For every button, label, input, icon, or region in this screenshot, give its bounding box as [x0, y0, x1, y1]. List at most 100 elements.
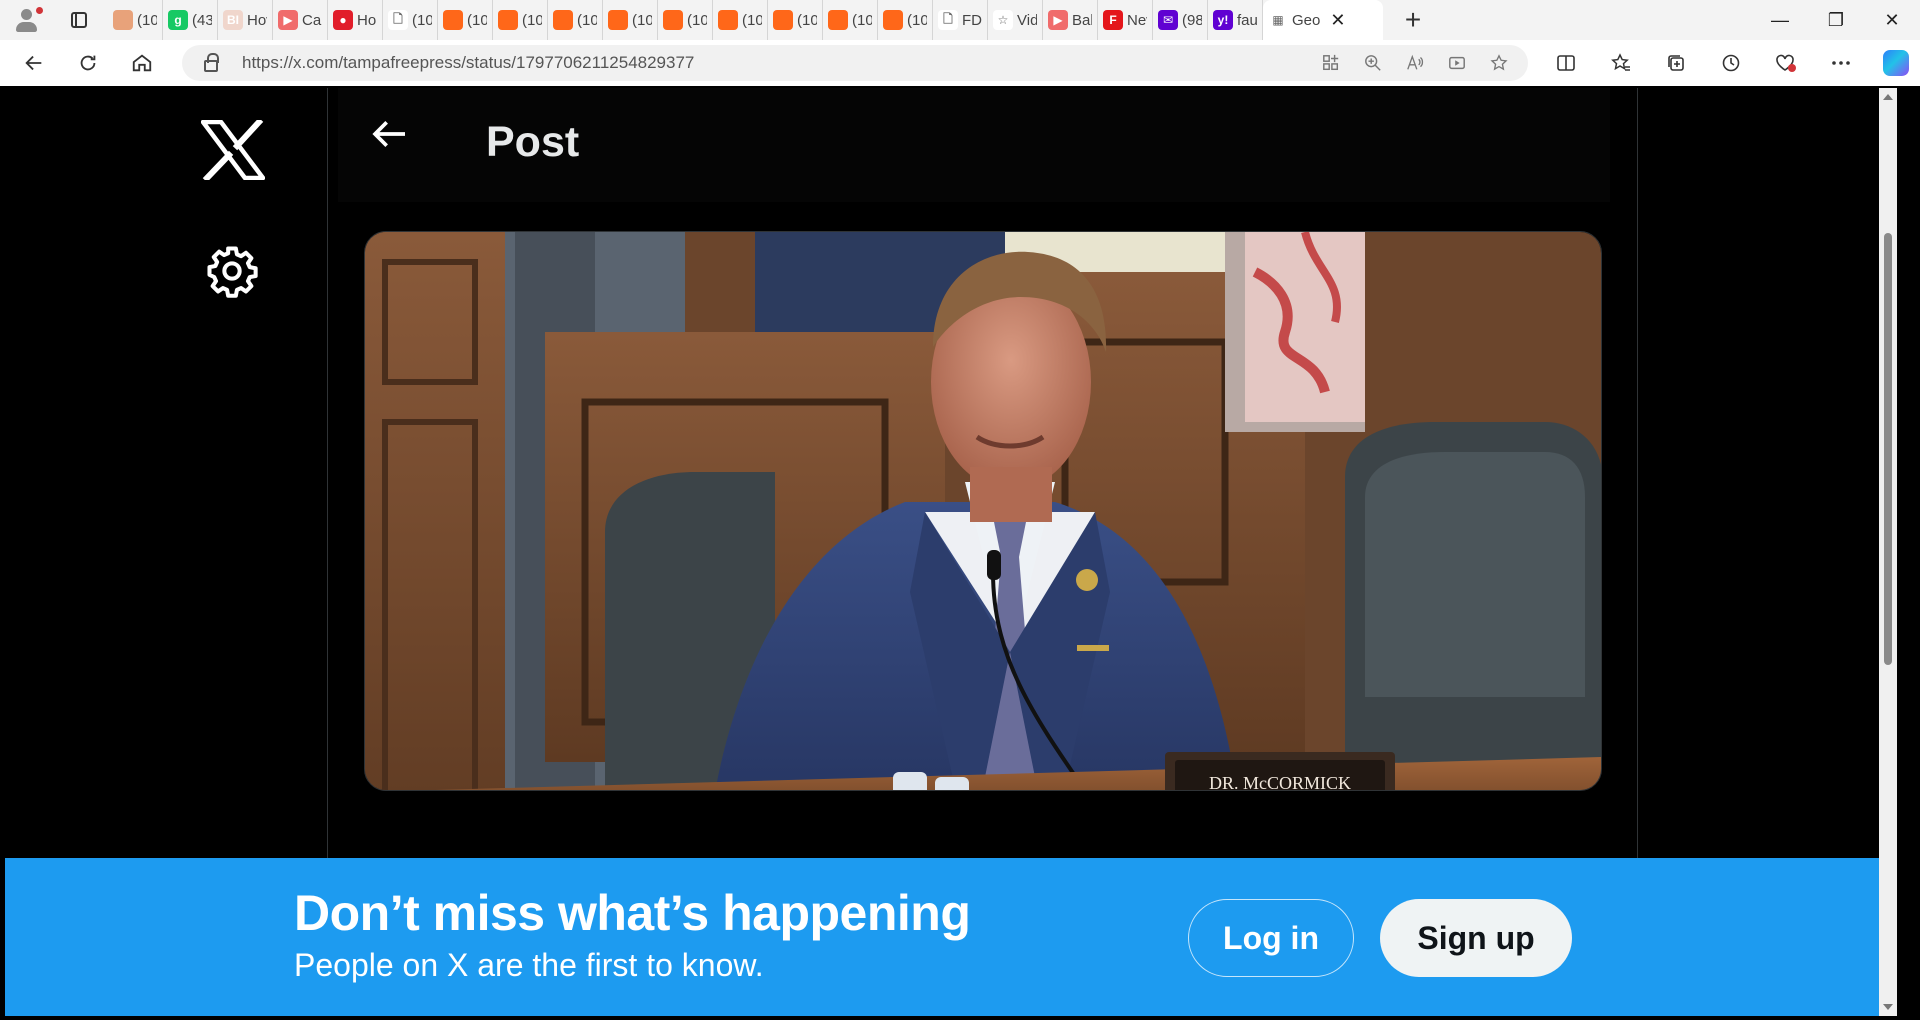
tab-label: (10: [632, 11, 652, 29]
browser-tab[interactable]: FNev: [1098, 0, 1153, 40]
video-icon[interactable]: [1448, 54, 1466, 72]
lock-icon: [204, 53, 219, 72]
heart-pulse-icon: [1775, 54, 1796, 72]
more-icon: [1831, 61, 1850, 65]
new-tab-button[interactable]: +: [1393, 0, 1433, 40]
url-text[interactable]: https://x.com/tampafreepress/status/1797…: [242, 53, 694, 73]
zoom-icon[interactable]: [1364, 54, 1382, 72]
tab-favicon-icon: g: [168, 10, 188, 30]
restore-button[interactable]: ❐: [1808, 0, 1864, 40]
back-arrow-icon[interactable]: [370, 114, 410, 154]
collections-icon: [1667, 55, 1684, 71]
tab-favicon-icon: [663, 10, 683, 30]
history-button[interactable]: [1710, 43, 1751, 83]
toolbar-right: [1545, 43, 1909, 83]
settings-gear-icon[interactable]: [205, 244, 259, 298]
tab-label: (10: [412, 11, 432, 29]
tab-label: (10: [137, 11, 157, 29]
tab-label: fau: [1237, 11, 1257, 29]
scrollbar-thumb[interactable]: [1884, 233, 1892, 665]
tab-favicon-icon: [553, 10, 573, 30]
star-icon[interactable]: [1490, 54, 1508, 72]
tab-favicon-icon: [828, 10, 848, 30]
browser-tab[interactable]: (10: [768, 0, 823, 40]
signup-button[interactable]: Sign up: [1380, 899, 1572, 977]
tab-favicon-icon: ▶: [278, 10, 298, 30]
tab-label: (10: [522, 11, 542, 29]
browser-tab[interactable]: (10: [108, 0, 163, 40]
browser-tab[interactable]: ☆ Vid: [988, 0, 1043, 40]
x-logo-icon[interactable]: [201, 120, 265, 180]
browser-tab[interactable]: (10: [658, 0, 713, 40]
browser-tab[interactable]: (10: [878, 0, 933, 40]
browser-tab[interactable]: y! fau: [1208, 0, 1263, 40]
browser-tab[interactable]: BIHov: [218, 0, 273, 40]
close-window-button[interactable]: ✕: [1864, 0, 1920, 40]
tab-label: Geo: [1292, 11, 1321, 29]
tab-label: (43: [192, 11, 212, 29]
tab-favicon-icon: ☆: [993, 10, 1013, 30]
browser-tab[interactable]: (10: [603, 0, 658, 40]
favorites-icon: [1610, 53, 1630, 71]
browser-tab[interactable]: 🗋FDA: [933, 0, 988, 40]
browser-tab[interactable]: (10: [548, 0, 603, 40]
more-button[interactable]: [1820, 43, 1861, 83]
browser-tab[interactable]: ▶Bak: [1043, 0, 1098, 40]
tab-favicon-icon: 🗋: [938, 10, 958, 30]
tab-actions-icon[interactable]: [62, 3, 96, 37]
browser-tab[interactable]: ✉ (98: [1153, 0, 1208, 40]
refresh-button[interactable]: [68, 43, 108, 83]
favorites-button[interactable]: [1600, 43, 1641, 83]
tab-favicon-icon: [718, 10, 738, 30]
arrow-left-icon: [25, 55, 42, 71]
split-screen-button[interactable]: [1545, 43, 1586, 83]
browser-tab[interactable]: (10: [438, 0, 493, 40]
profile-icon[interactable]: [10, 3, 44, 37]
tab-favicon-icon: [883, 10, 903, 30]
browser-tab[interactable]: ▦ Geo ✕: [1263, 0, 1383, 40]
home-button[interactable]: [122, 43, 162, 83]
tab-favicon-icon: [113, 10, 133, 30]
tab-close-icon[interactable]: ✕: [1330, 10, 1345, 31]
app-available-icon[interactable]: [1322, 54, 1340, 72]
copilot-icon[interactable]: [1883, 50, 1909, 76]
minimize-button[interactable]: —: [1752, 0, 1808, 40]
browser-tab[interactable]: (10: [493, 0, 548, 40]
scroll-down-arrow-icon[interactable]: [1883, 1004, 1893, 1010]
tab-label: (10: [797, 11, 817, 29]
browser-tab[interactable]: (10: [823, 0, 878, 40]
signup-banner: Don’t miss what’s happening People on X …: [5, 858, 1879, 1016]
tab-favicon-icon: ▶: [1048, 10, 1068, 30]
tab-favicon-icon: [443, 10, 463, 30]
tab-favicon-icon: [498, 10, 518, 30]
browser-tab[interactable]: g (43: [163, 0, 218, 40]
browser-tab[interactable]: ●Hor: [328, 0, 383, 40]
tab-favicon-icon: ●: [333, 10, 353, 30]
collections-button[interactable]: [1655, 43, 1696, 83]
browser-essentials-button[interactable]: [1765, 43, 1806, 83]
browser-tab[interactable]: ▶Car: [273, 0, 328, 40]
login-button[interactable]: Log in: [1188, 899, 1354, 977]
home-icon: [132, 54, 152, 72]
read-aloud-icon[interactable]: [1406, 54, 1424, 72]
tab-label: Nev: [1127, 11, 1147, 29]
video-player[interactable]: DR. McCORMICK: [364, 231, 1602, 791]
banner-headline: Don’t miss what’s happening: [294, 885, 971, 941]
browser-tab[interactable]: (10: [713, 0, 768, 40]
page-title: Post: [486, 118, 580, 166]
split-screen-icon: [1556, 55, 1575, 71]
scroll-up-arrow-icon[interactable]: [1883, 94, 1893, 100]
tab-label: (10: [467, 11, 487, 29]
tab-label: Bak: [1072, 11, 1092, 29]
video-frame: DR. McCORMICK: [365, 232, 1601, 791]
tab-label: Hov: [247, 11, 267, 29]
post-header: Post: [338, 88, 1610, 202]
address-bar[interactable]: https://x.com/tampafreepress/status/1797…: [182, 45, 1528, 81]
tab-label: (10: [742, 11, 762, 29]
back-button[interactable]: [14, 43, 54, 83]
page-viewport: Post DR. McCORMICK Don’t miss what’s hap…: [5, 88, 1897, 1016]
browser-tab[interactable]: 🗋 (10: [383, 0, 438, 40]
page-scrollbar[interactable]: [1879, 88, 1897, 1016]
browser-toolbar: https://x.com/tampafreepress/status/1797…: [0, 40, 1920, 86]
nameplate-text: DR. McCORMICK: [1209, 773, 1351, 791]
